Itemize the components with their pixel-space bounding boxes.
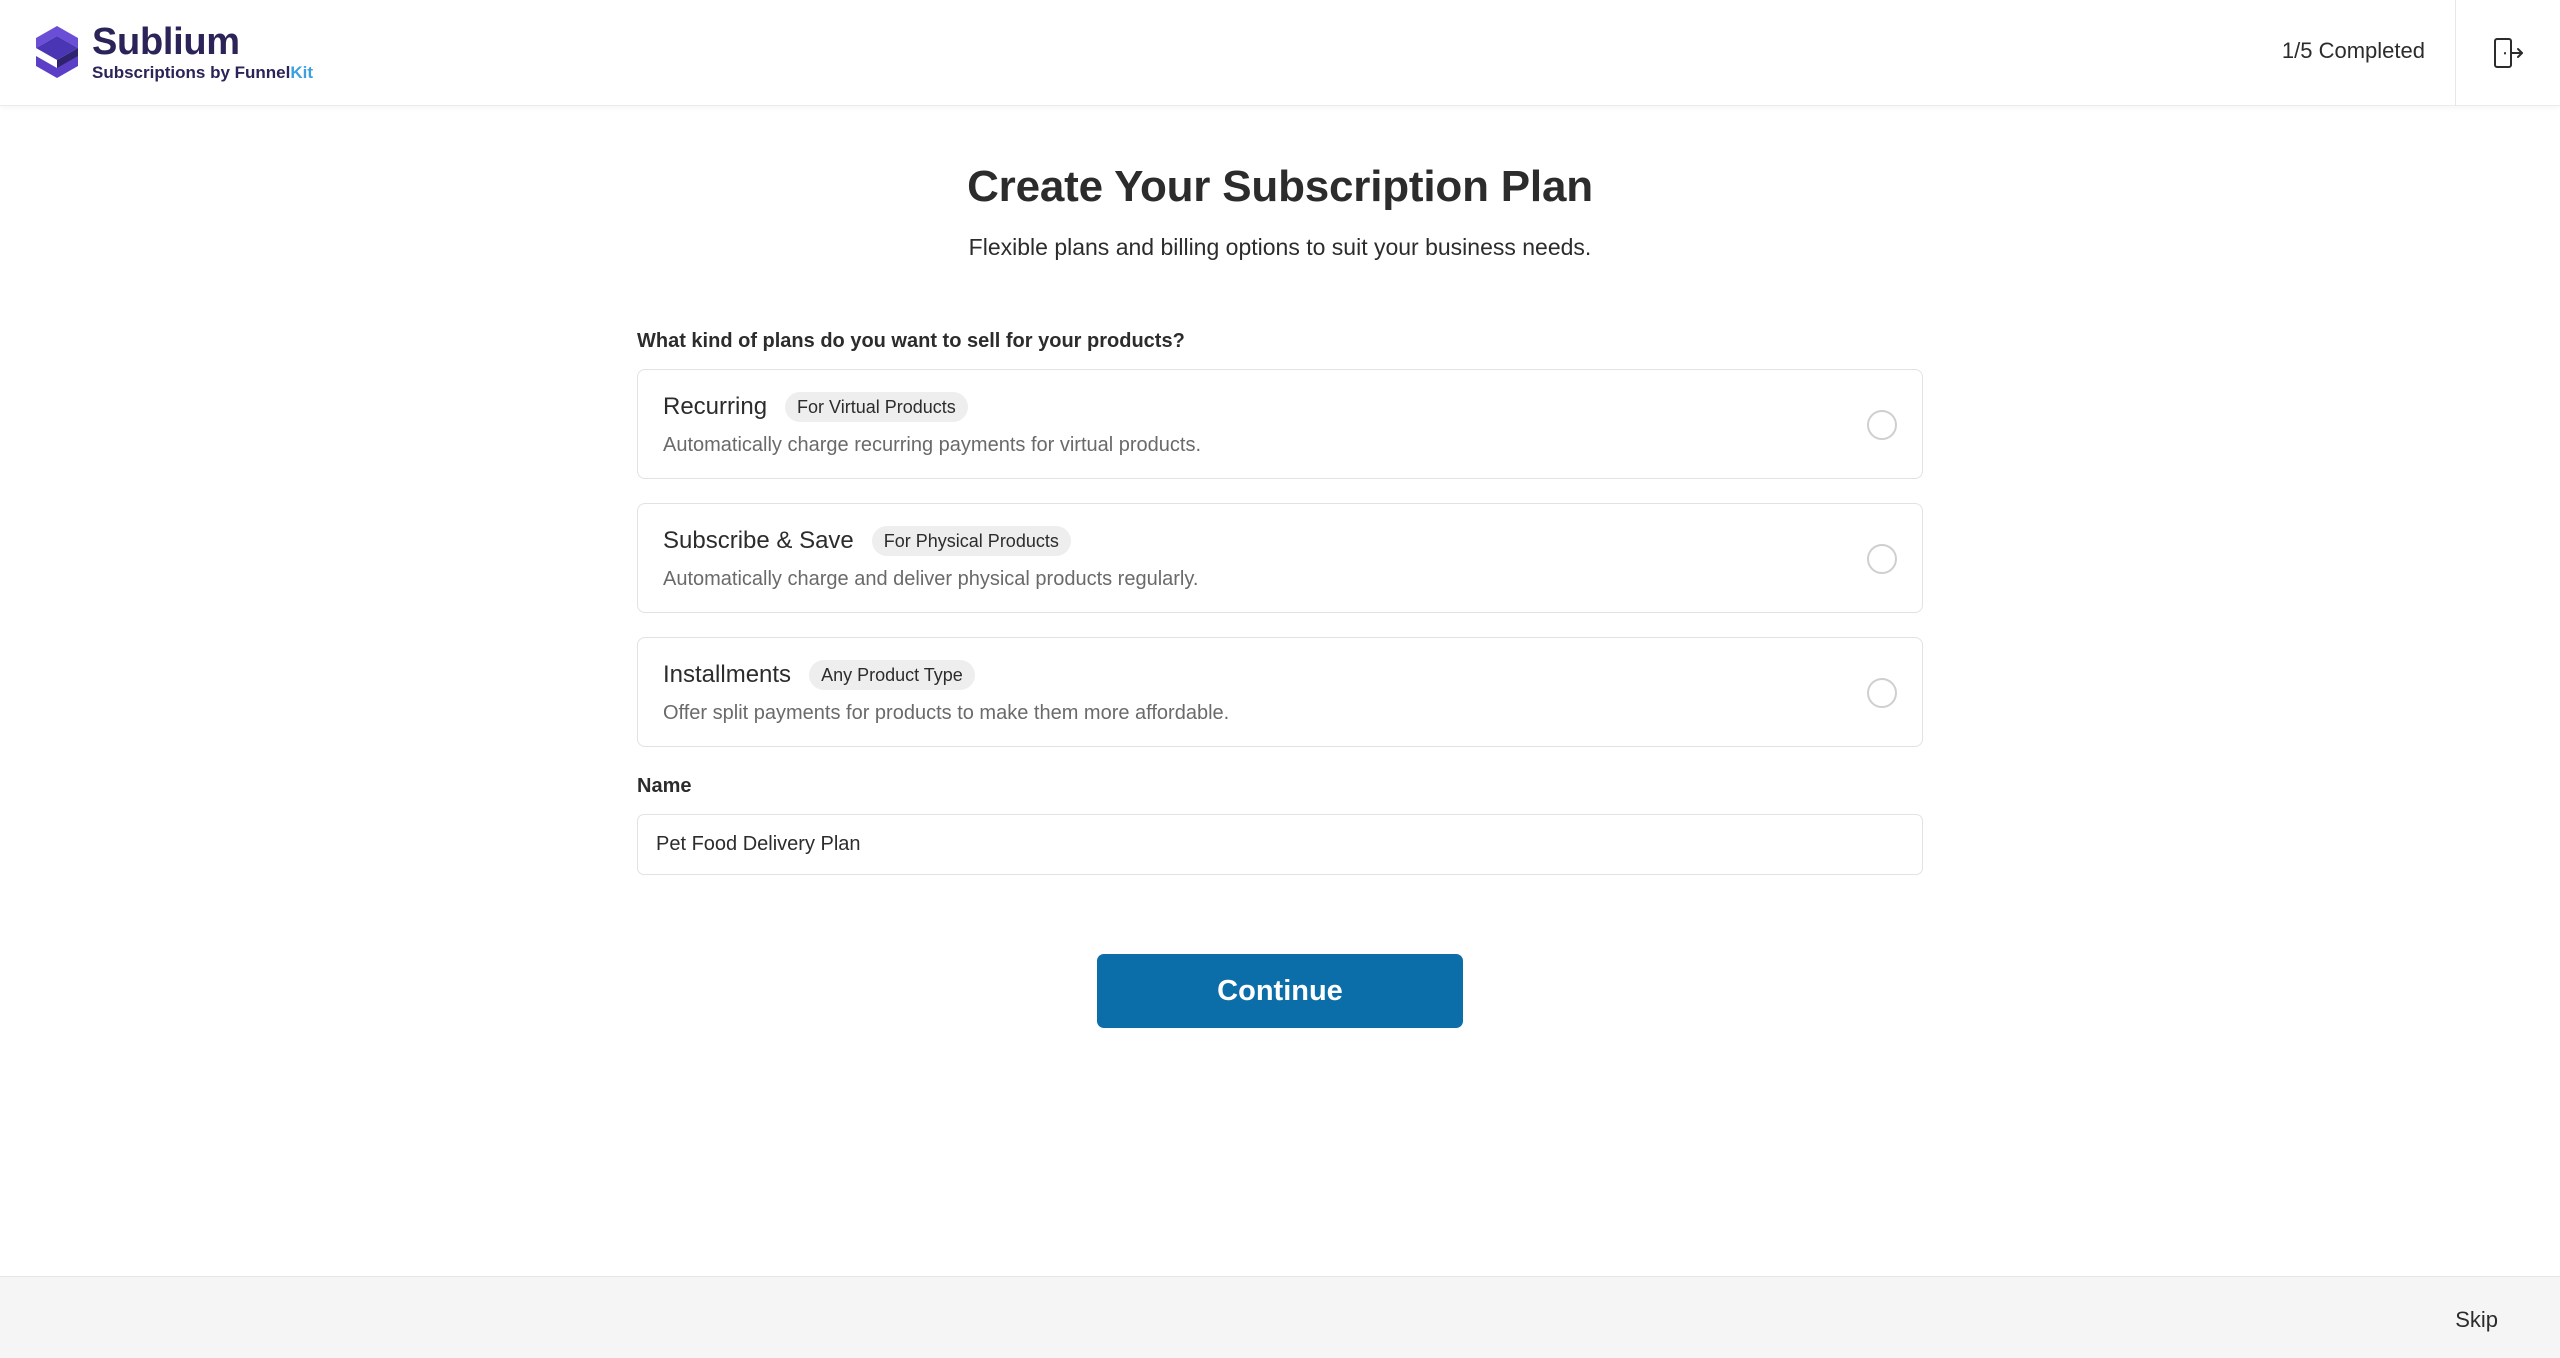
plan-option-radio[interactable]	[1867, 544, 1897, 574]
plan-option-header: Installments Any Product Type	[663, 660, 975, 690]
name-field-label: Name	[637, 775, 692, 797]
plan-option-title: Recurring	[663, 393, 768, 420]
plan-option-description: Automatically charge recurring payments …	[663, 434, 1202, 456]
plan-option-radio[interactable]	[1867, 410, 1897, 440]
exit-icon	[2494, 38, 2523, 68]
page-title: Create Your Subscription Plan	[967, 162, 1593, 211]
plan-type-question: What kind of plans do you want to sell f…	[637, 330, 1185, 352]
progress-indicator: 1/5 Completed	[2281, 38, 2425, 63]
plan-option-badge: For Virtual Products	[785, 392, 968, 422]
onboarding-page: Sublium Subscriptions by FunnelKit 1/5 C…	[0, 0, 2560, 1358]
plan-option-description: Offer split payments for products to mak…	[663, 702, 1230, 724]
plan-option-radio[interactable]	[1867, 678, 1897, 708]
plan-option-title: Subscribe & Save	[663, 527, 854, 554]
brand-logo: Sublium Subscriptions by FunnelKit	[34, 22, 313, 84]
brand-subtitle-suffix: Kit	[290, 63, 314, 82]
plan-name-input[interactable]	[637, 814, 1923, 875]
page-subtitle: Flexible plans and billing options to su…	[968, 234, 1592, 260]
bottom-footer: Skip	[0, 1276, 2560, 1358]
continue-button[interactable]: Continue	[1097, 954, 1463, 1028]
top-header: Sublium Subscriptions by FunnelKit 1/5 C…	[0, 0, 2560, 106]
plan-option-installments[interactable]: Installments Any Product Type Offer spli…	[637, 637, 1923, 747]
plan-option-recurring[interactable]: Recurring For Virtual Products Automatic…	[637, 369, 1923, 479]
plan-option-badge: Any Product Type	[809, 660, 975, 690]
plan-option-subscribe-save[interactable]: Subscribe & Save For Physical Products A…	[637, 503, 1923, 613]
brand-subtitle: Subscriptions by FunnelKit	[92, 62, 313, 84]
sublium-logo-icon	[36, 26, 78, 78]
plan-option-header: Subscribe & Save For Physical Products	[663, 526, 1071, 556]
brand-subtitle-prefix: Subscriptions by Funnel	[92, 63, 291, 82]
plan-option-description: Automatically charge and deliver physica…	[663, 568, 1199, 590]
brand-title: Sublium	[92, 21, 240, 63]
brand-text: Sublium Subscriptions by FunnelKit	[92, 22, 313, 84]
exit-button[interactable]	[2455, 0, 2560, 106]
skip-link[interactable]: Skip	[2455, 1307, 2498, 1333]
plan-option-title: Installments	[663, 661, 792, 688]
plan-option-badge: For Physical Products	[871, 526, 1071, 556]
plan-option-header: Recurring For Virtual Products	[663, 392, 968, 422]
